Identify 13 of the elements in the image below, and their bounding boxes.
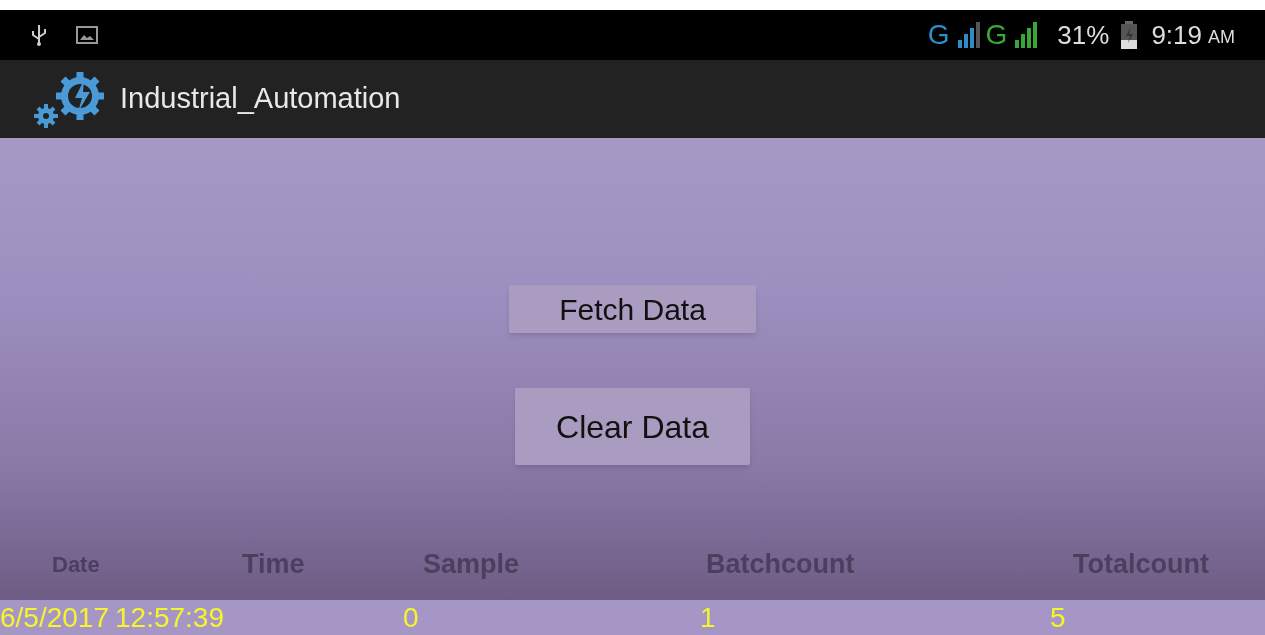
clock-meridiem: AM [1208,25,1235,49]
table-cell: 5 [1050,602,1066,634]
battery-percent: 31% [1057,18,1110,52]
app-title: Industrial_Automation [120,81,401,117]
table-cell: 0 [403,602,419,634]
fetch-data-button[interactable]: Fetch Data [509,285,756,333]
network-type: G [927,18,950,52]
clock-time: 9:19 [1151,18,1202,52]
clear-data-button[interactable]: Clear Data [515,388,750,465]
network-type: G [985,18,1008,52]
table-cell: 12:57:39 [115,602,224,634]
table-cell: 6/5/2017 [0,602,109,634]
table-cell: 1 [700,602,716,634]
